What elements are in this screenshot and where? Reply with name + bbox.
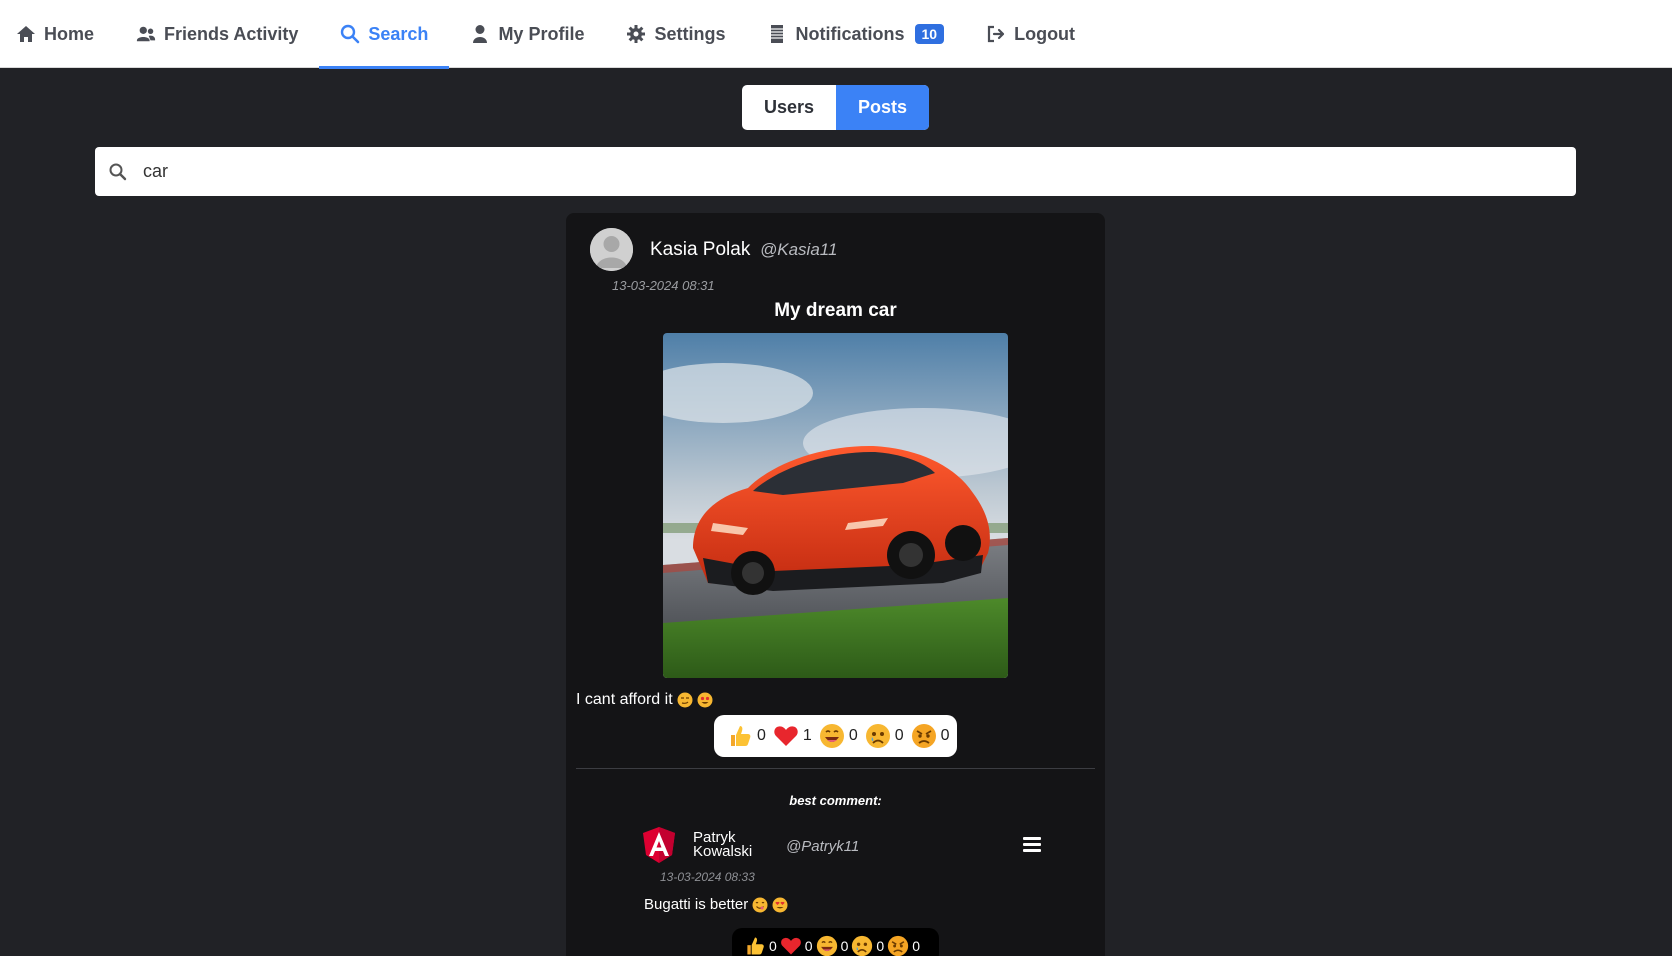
home-icon xyxy=(16,24,36,44)
logout-icon xyxy=(986,24,1006,44)
reaction-love-count: 1 xyxy=(802,727,812,744)
heart-icon xyxy=(780,935,802,956)
divider xyxy=(576,768,1095,769)
search-type-toggle: Users Posts xyxy=(742,85,929,130)
comment-reaction-love[interactable]: 0 xyxy=(780,935,813,956)
nav-settings[interactable]: Settings xyxy=(605,0,746,68)
reaction-love[interactable]: 1 xyxy=(773,723,812,749)
post-text: I cant afford it xyxy=(576,691,713,709)
nav-notifications-label: Notifications xyxy=(795,23,905,44)
comment-reaction-angry[interactable]: 0 xyxy=(887,935,920,956)
comment-menu-icon[interactable] xyxy=(1023,837,1041,853)
users-icon xyxy=(136,24,156,44)
search-bar xyxy=(95,147,1576,196)
nav-home-label: Home xyxy=(44,23,95,44)
reaction-sad[interactable]: 0 xyxy=(865,723,904,749)
yum-emoji xyxy=(752,897,768,913)
tab-users[interactable]: Users xyxy=(742,85,836,130)
post-text-content: I cant afford it xyxy=(576,691,673,708)
tab-posts[interactable]: Posts xyxy=(836,85,929,130)
laughing-icon xyxy=(816,935,838,956)
nav-notifications[interactable]: Notifications 10 xyxy=(746,0,965,68)
comment-text-content: Bugatti is better xyxy=(644,896,749,913)
angry-icon xyxy=(887,935,909,956)
nav-friends-activity-label: Friends Activity xyxy=(164,23,299,44)
reaction-angry-count: 0 xyxy=(940,727,950,744)
reaction-like-count: 0 xyxy=(757,727,766,744)
comment-reaction-love-count: 0 xyxy=(804,938,813,954)
nav-my-profile[interactable]: My Profile xyxy=(449,0,605,68)
user-icon xyxy=(470,24,490,44)
post-author-name[interactable]: Kasia Polak xyxy=(650,239,750,261)
comment-reactions: 0 0 0 0 0 xyxy=(732,928,939,956)
sad-icon xyxy=(851,935,873,956)
gear-icon xyxy=(626,24,646,44)
post-date: 13-03-2024 08:31 xyxy=(612,278,715,293)
post-reactions: 0 1 0 0 0 xyxy=(714,715,957,757)
laughing-icon xyxy=(819,723,845,749)
star-struck-emoji xyxy=(697,692,713,708)
comment-reaction-like-count: 0 xyxy=(769,938,777,954)
smirking-emoji xyxy=(677,692,693,708)
best-comment-label: best comment: xyxy=(789,793,882,808)
comment-reaction-sad-count: 0 xyxy=(876,938,885,954)
avatar[interactable] xyxy=(590,228,633,271)
search-icon xyxy=(108,162,128,182)
thumbs-up-icon xyxy=(727,723,753,749)
nav-settings-label: Settings xyxy=(654,23,726,44)
reaction-haha[interactable]: 0 xyxy=(819,723,858,749)
reaction-angry[interactable]: 0 xyxy=(911,723,950,749)
reaction-like[interactable]: 0 xyxy=(727,723,766,749)
angry-icon xyxy=(911,723,937,749)
post-image[interactable] xyxy=(663,333,1008,678)
nav-logout[interactable]: Logout xyxy=(965,0,1096,68)
comment-author-handle[interactable]: @Patryk11 xyxy=(786,838,859,855)
comment-reaction-haha[interactable]: 0 xyxy=(816,935,849,956)
comment-avatar[interactable] xyxy=(641,826,677,864)
comment-reaction-haha-count: 0 xyxy=(840,938,849,954)
search-input[interactable] xyxy=(143,161,1543,182)
heart-icon xyxy=(773,723,799,749)
top-navigation: Home Friends Activity Search My Profile … xyxy=(0,0,1672,69)
comment-text: Bugatti is better xyxy=(644,896,788,913)
heart-eyes-emoji xyxy=(772,897,788,913)
comment-reaction-sad[interactable]: 0 xyxy=(851,935,884,956)
nav-search[interactable]: Search xyxy=(319,0,450,69)
nav-logout-label: Logout xyxy=(1014,23,1076,44)
notifications-count-badge: 10 xyxy=(914,24,945,44)
list-icon xyxy=(767,24,787,44)
post-card: Kasia Polak @Kasia11 13-03-2024 08:31 My… xyxy=(566,213,1105,956)
thumbs-up-icon xyxy=(744,935,766,956)
comment-reaction-angry-count: 0 xyxy=(912,938,920,954)
nav-search-label: Search xyxy=(368,23,429,44)
comment-author-name[interactable]: Patryk Kowalski xyxy=(693,830,783,859)
search-icon xyxy=(340,24,360,44)
post-author-handle[interactable]: @Kasia11 xyxy=(760,240,837,260)
nav-my-profile-label: My Profile xyxy=(498,23,585,44)
reaction-sad-count: 0 xyxy=(894,727,904,744)
sad-icon xyxy=(865,723,891,749)
reaction-haha-count: 0 xyxy=(848,727,858,744)
nav-friends-activity[interactable]: Friends Activity xyxy=(115,0,319,68)
post-title: My dream car xyxy=(774,300,897,321)
nav-home[interactable]: Home xyxy=(16,0,115,68)
comment-date: 13-03-2024 08:33 xyxy=(660,870,755,884)
comment-reaction-like[interactable]: 0 xyxy=(744,935,777,956)
